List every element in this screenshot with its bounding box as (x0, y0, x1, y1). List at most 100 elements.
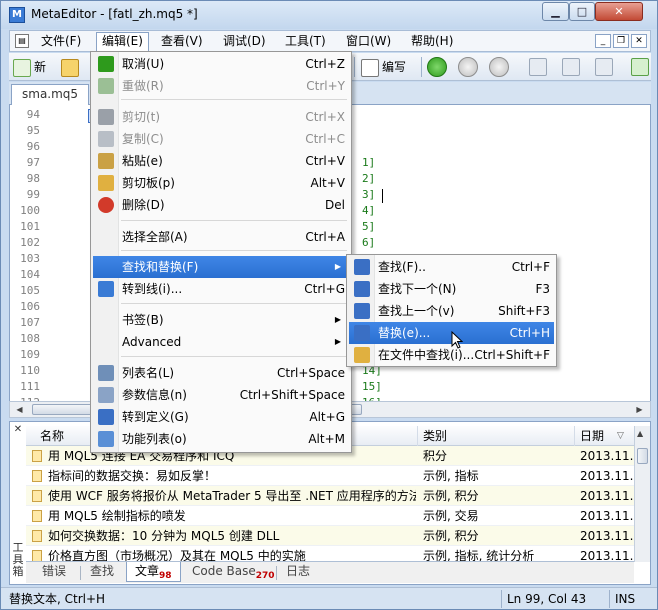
menu-item-label: 列表名(L) (122, 366, 175, 380)
find-menu-item-find-next[interactable]: 查找下一个(N) F3 (349, 278, 554, 300)
menu-edit[interactable]: 编辑(E) (96, 32, 149, 52)
metaeditor-window: M MetaEditor - [fatl_zh.mq5 *] ▁ □ ✕ ▤ 文… (0, 0, 658, 610)
mdi-close-button[interactable]: ✕ (631, 34, 647, 48)
edit-menu-item-menu-entry-11[interactable]: Advanced ▶ (93, 331, 349, 353)
edit-menu-item-clipboard[interactable]: 剪切板(p) Alt+V (93, 172, 349, 194)
start-debug-icon[interactable] (427, 57, 447, 77)
scroll-left-icon[interactable]: ◀ (12, 403, 27, 416)
edit-menu-item-function-list[interactable]: 功能列表(o) Alt+M (93, 428, 349, 450)
scroll-right-icon[interactable]: ▶ (632, 403, 647, 416)
menu-item-shortcut: Ctrl+A (305, 230, 345, 244)
edit-menu-item-redo[interactable]: 重做(R) Ctrl+Y (93, 75, 349, 97)
copy-icon (98, 131, 114, 147)
edit-menu-item-goto-line[interactable]: 转到线(i)... Ctrl+G (93, 278, 349, 300)
edit-menu-item-cut[interactable]: 剪切(t) Ctrl+X (93, 106, 349, 128)
pause-icon[interactable] (458, 57, 478, 77)
find-menu-item-find[interactable]: 查找(F).. Ctrl+F (349, 256, 554, 278)
articles-vertical-scrollbar[interactable]: ▲ (634, 426, 650, 562)
menu-item-label: 参数信息(n) (122, 388, 187, 402)
file-tab[interactable]: sma.mq5 (11, 84, 89, 105)
stop-icon[interactable] (489, 57, 509, 77)
find-menu-item-find-previous[interactable]: 查找上一个(v) Shift+F3 (349, 300, 554, 322)
vertical-scroll-thumb[interactable] (637, 448, 648, 464)
line-number: 106 (20, 300, 40, 313)
title-bar[interactable]: M MetaEditor - [fatl_zh.mq5 *] ▁ □ ✕ (1, 1, 657, 29)
open-button[interactable] (61, 56, 82, 78)
menu-item-shortcut: Ctrl+C (305, 132, 345, 146)
menu-item-shortcut: Ctrl+Shift+F (474, 348, 550, 362)
goto-line-icon (98, 281, 114, 297)
menu-item-label: 书签(B) (122, 313, 164, 327)
menu-item-label: 重做(R) (122, 79, 164, 93)
cell-category: 示例, 交易 (423, 509, 479, 523)
compile-button[interactable]: 编写 (361, 56, 406, 78)
code-fragment: 3] (362, 188, 376, 201)
step-into-icon[interactable] (529, 58, 547, 76)
edit-menu-item-menu-entry-7[interactable]: 选择全部(A) Ctrl+A (93, 226, 349, 248)
menu-item-shortcut: Ctrl+Space (277, 366, 345, 380)
column-header-date[interactable]: 日期 ▽ (575, 426, 634, 446)
toolbox-side-label: 工具箱 (12, 541, 24, 578)
edit-menu-item-copy[interactable]: 复制(C) Ctrl+C (93, 128, 349, 150)
menu-file[interactable]: 文件(F) (36, 32, 86, 51)
document-icon[interactable]: ▤ (15, 34, 29, 48)
tab-journal[interactable]: 日志 (278, 562, 318, 582)
menu-item-label: 查找下一个(N) (378, 282, 457, 296)
column-header-category[interactable]: 类别 (418, 426, 575, 446)
minimize-button[interactable]: ▁ (542, 2, 569, 21)
menu-debug[interactable]: 调试(D) (218, 32, 271, 51)
panel-close-icon[interactable]: ✕ (12, 424, 24, 436)
tab-errors[interactable]: 错误 (34, 562, 74, 582)
find-replace-submenu: 查找(F).. Ctrl+F 查找下一个(N) F3 查找上一个(v) Shift+F3 替… (346, 254, 557, 367)
tab-search[interactable]: 查找 (82, 562, 122, 582)
mdi-restore-button[interactable]: ❐ (613, 34, 629, 48)
edit-menu-item-list-names[interactable]: 列表名(L) Ctrl+Space (93, 362, 349, 384)
close-button[interactable]: ✕ (595, 2, 643, 21)
menu-help[interactable]: 帮助(H) (406, 32, 458, 51)
cell-date: 2013.11... (580, 449, 634, 463)
cell-name: 指标间的数据交换：易如反掌！ (48, 469, 217, 483)
table-row[interactable]: 如何交换数据：10 分钟为 MQL5 创建 DLL 示例, 积分 2013.11..… (26, 526, 634, 546)
edit-menu-item-paste[interactable]: 粘贴(e) Ctrl+V (93, 150, 349, 172)
tab-articles[interactable]: 文章98 (126, 562, 181, 582)
menu-item-label: 查找(F).. (378, 260, 426, 274)
line-number-gutter: 94 95 96 97 98 99 100 101 102 103 104 105 106 107 108 1… (10, 105, 44, 401)
tab-code-base[interactable]: Code Base270 (184, 562, 283, 582)
scroll-up-icon[interactable]: ▲ (637, 429, 643, 438)
edit-menu-item-menu-entry-10[interactable]: 书签(B) ▶ (93, 309, 349, 331)
menu-tools[interactable]: 工具(T) (280, 32, 331, 51)
menu-item-label: Advanced (122, 335, 182, 349)
menu-item-label: 取消(U) (122, 57, 165, 71)
cell-date: 2013.11... (580, 469, 634, 483)
edit-menu-item-param-info[interactable]: 参数信息(n) Ctrl+Shift+Space (93, 384, 349, 406)
table-row[interactable]: 使用 WCF 服务将报价从 MetaTrader 5 导出至 .NET 应用程序… (26, 486, 634, 506)
table-row[interactable]: 指标间的数据交换：易如反掌！ 示例, 指标 2013.11... (26, 466, 634, 486)
maximize-button[interactable]: □ (569, 2, 595, 21)
step-over-icon[interactable] (562, 58, 580, 76)
menu-item-shortcut: Ctrl+G (304, 282, 345, 296)
menu-window[interactable]: 窗口(W) (341, 32, 396, 51)
more-tools-icon[interactable] (631, 58, 649, 76)
mdi-minimize-button[interactable]: _ (595, 34, 611, 48)
menu-item-label: 剪切(t) (122, 110, 161, 124)
tab-errors-label: 错误 (42, 564, 67, 578)
edit-menu-item-goto-definition[interactable]: 转到定义(G) Alt+G (93, 406, 349, 428)
cell-category: 示例, 积分 (423, 489, 479, 503)
line-number: 111 (20, 380, 40, 393)
cell-category: 示例, 积分 (423, 529, 479, 543)
code-fragment: 5] (362, 220, 376, 233)
step-out-icon[interactable] (595, 58, 613, 76)
function-list-icon (98, 431, 114, 447)
clipboard-icon (98, 175, 114, 191)
menu-view[interactable]: 查看(V) (156, 32, 208, 51)
window-title: MetaEditor - [fatl_zh.mq5 *] (31, 7, 198, 21)
article-icon (32, 490, 42, 502)
edit-menu-item-delete[interactable]: 删除(D) Del (93, 194, 349, 216)
edit-menu-item-menu-entry-8[interactable]: 查找和替换(F) ▶ (93, 256, 349, 278)
edit-menu-item-undo[interactable]: 取消(U) Ctrl+Z (93, 53, 349, 75)
replace-icon (354, 325, 370, 341)
table-row[interactable]: 用 MQL5 绘制指标的喷发 示例, 交易 2013.11... (26, 506, 634, 526)
article-icon (32, 450, 42, 462)
column-header-date-label: 日期 (580, 429, 605, 443)
new-button[interactable]: 新 (13, 56, 46, 78)
